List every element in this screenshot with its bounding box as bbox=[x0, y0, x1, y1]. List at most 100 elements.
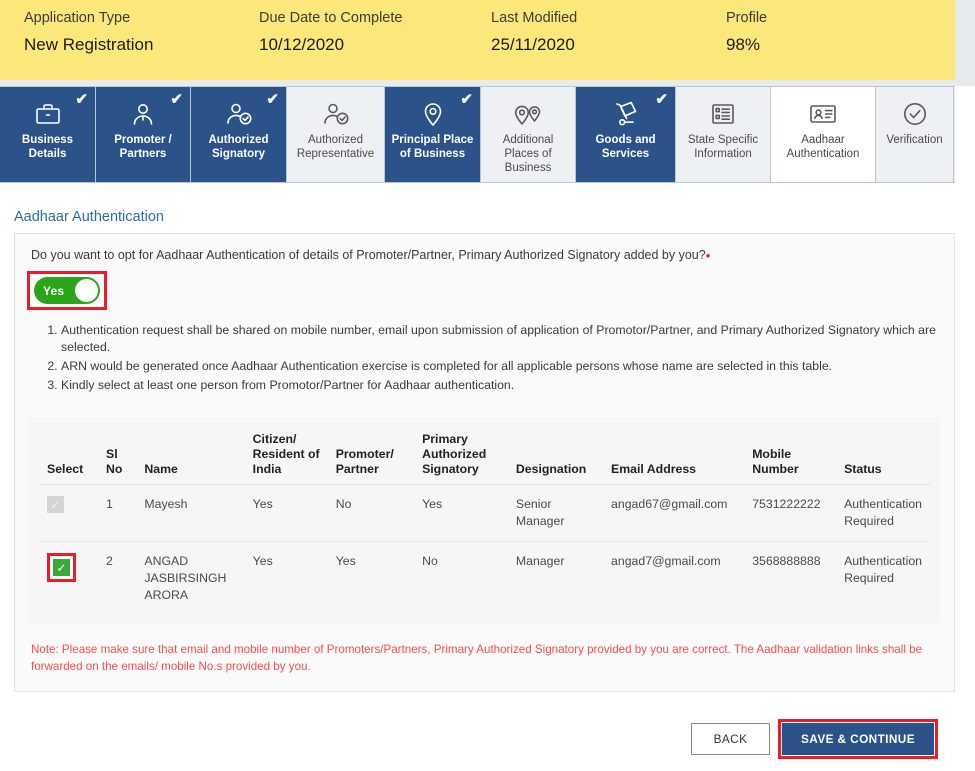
summary-due-date: Due Date to Complete 10/12/2020 bbox=[259, 0, 491, 62]
summary-label: Last Modified bbox=[491, 8, 726, 28]
map-pin-icon bbox=[418, 97, 448, 131]
summary-profile: Profile 98% bbox=[726, 0, 876, 62]
tab-completed-check-icon: ✔ bbox=[460, 92, 473, 107]
header-sl-no: Sl No bbox=[98, 432, 136, 485]
toggle-knob[interactable] bbox=[75, 279, 98, 302]
header-promoter: Promoter/ Partner bbox=[328, 432, 414, 485]
summary-value: 10/12/2020 bbox=[259, 28, 491, 62]
tab-label: Authorized Signatory bbox=[191, 131, 286, 161]
summary-value: 98% bbox=[726, 28, 876, 62]
person-check-icon bbox=[223, 97, 255, 131]
hand-truck-icon bbox=[610, 97, 642, 131]
tab-completed-check-icon: ✔ bbox=[75, 92, 88, 107]
row-select-checkbox[interactable]: ✓ bbox=[53, 559, 70, 576]
summary-label: Application Type bbox=[24, 8, 259, 28]
aadhaar-authentication-panel: Do you want to opt for Aadhaar Authentic… bbox=[14, 233, 955, 692]
tab-label: State Specific Information bbox=[676, 131, 770, 161]
header-designation: Designation bbox=[508, 432, 603, 485]
cell-designation: Manager bbox=[508, 542, 603, 616]
instruction-notes-list: Authentication request shall be shared o… bbox=[15, 322, 954, 410]
table-header-row: Select Sl No Name Citizen/ Resident of I… bbox=[39, 432, 930, 485]
header-status: Status bbox=[836, 432, 930, 485]
tab-principal-place-of-business[interactable]: Principal Place of Business ✔ bbox=[385, 87, 481, 182]
summary-label: Profile bbox=[726, 8, 876, 28]
page-title: Aadhaar Authentication bbox=[14, 209, 164, 225]
briefcase-icon bbox=[33, 97, 63, 131]
cell-mobile: 3568888888 bbox=[744, 542, 836, 616]
cell-email: angad67@gmail.com bbox=[603, 485, 744, 542]
tab-label: Verification bbox=[882, 131, 946, 147]
summary-last-modified: Last Modified 25/11/2020 bbox=[491, 0, 726, 62]
tab-label: Aadhaar Authentication bbox=[771, 131, 875, 161]
cell-citizen: Yes bbox=[245, 542, 328, 616]
cell-primary-auth: Yes bbox=[414, 485, 508, 542]
tab-label: Business Details bbox=[0, 131, 95, 161]
header-primary-auth-signatory: Primary Authorized Signatory bbox=[414, 432, 508, 485]
tab-business-details[interactable]: Business Details ✔ bbox=[0, 87, 96, 182]
tab-completed-check-icon: ✔ bbox=[655, 92, 668, 107]
id-card-icon bbox=[807, 97, 839, 131]
application-summary-band: Application Type New Registration Due Da… bbox=[0, 0, 955, 80]
aadhaar-optin-annotation-box: Yes bbox=[27, 271, 107, 310]
row-select-checkbox-disabled: ✓ bbox=[47, 496, 64, 513]
person-check-icon bbox=[320, 97, 352, 131]
form-footer: BACK SAVE & CONTINUE bbox=[0, 711, 955, 767]
bottom-warning-note: Note: Please make sure that email and mo… bbox=[31, 641, 938, 691]
table-row: ✓1MayeshYesNoYesSenior Managerangad67@gm… bbox=[39, 485, 930, 542]
tab-label: Additional Places of Business bbox=[481, 131, 575, 175]
cell-status: Authentication Required bbox=[836, 485, 930, 542]
header-mobile: Mobile Number bbox=[744, 432, 836, 485]
opt-in-question: Do you want to opt for Aadhaar Authentic… bbox=[15, 234, 954, 263]
tab-label: Promoter / Partners bbox=[96, 131, 190, 161]
summary-label: Due Date to Complete bbox=[259, 8, 491, 28]
tab-authorized-representative[interactable]: Authorized Representative bbox=[287, 87, 385, 182]
header-select: Select bbox=[39, 432, 98, 485]
tab-completed-check-icon: ✔ bbox=[266, 92, 279, 107]
summary-value: New Registration bbox=[24, 28, 259, 62]
cell-citizen: Yes bbox=[245, 485, 328, 542]
cell-mobile: 7531222222 bbox=[744, 485, 836, 542]
table-row: ✓2ANGAD JASBIRSINGH ARORAYesYesNoManager… bbox=[39, 542, 930, 616]
aadhaar-optin-toggle[interactable]: Yes bbox=[34, 277, 100, 304]
cell-email: angad7@gmail.com bbox=[603, 542, 744, 616]
tabstrip-right-gutter bbox=[955, 86, 975, 183]
tab-completed-check-icon: ✔ bbox=[170, 92, 183, 107]
cell-name: ANGAD JASBIRSINGH ARORA bbox=[136, 542, 244, 616]
check-circle-icon bbox=[900, 97, 930, 131]
header-email: Email Address bbox=[603, 432, 744, 485]
cell-status: Authentication Required bbox=[836, 542, 930, 616]
summary-value: 25/11/2020 bbox=[491, 28, 726, 62]
cell-sl-no: 1 bbox=[98, 485, 136, 542]
tab-verification[interactable]: Verification bbox=[876, 87, 954, 182]
aadhaar-persons-table: Select Sl No Name Citizen/ Resident of I… bbox=[39, 432, 930, 615]
tab-state-specific-information[interactable]: State Specific Information bbox=[676, 87, 771, 182]
header-name: Name bbox=[136, 432, 244, 485]
tab-promoter-partners[interactable]: Promoter / Partners ✔ bbox=[96, 87, 191, 182]
registration-step-tabs: Business Details✔Promoter / Partners✔Aut… bbox=[0, 86, 955, 183]
cell-select: ✓ bbox=[39, 485, 98, 542]
cell-select: ✓ bbox=[39, 542, 98, 616]
save-and-continue-button[interactable]: SAVE & CONTINUE bbox=[782, 723, 934, 755]
list-form-icon bbox=[708, 97, 738, 131]
tab-label: Principal Place of Business bbox=[385, 131, 480, 161]
header-citizen: Citizen/ Resident of India bbox=[245, 432, 328, 485]
cell-promoter: No bbox=[328, 485, 414, 542]
tab-label: Goods and Services bbox=[576, 131, 675, 161]
summary-application-type: Application Type New Registration bbox=[24, 0, 259, 62]
person-icon bbox=[128, 97, 158, 131]
tab-additional-places-of-business[interactable]: Additional Places of Business bbox=[481, 87, 576, 182]
cell-promoter: Yes bbox=[328, 542, 414, 616]
instruction-note: Authentication request shall be shared o… bbox=[61, 322, 936, 356]
map-pins-icon bbox=[510, 97, 546, 131]
toggle-label: Yes bbox=[43, 284, 64, 298]
instruction-note: Kindly select at least one person from P… bbox=[61, 377, 936, 394]
content-area: Aadhaar Authentication Do you want to op… bbox=[0, 183, 975, 771]
cell-designation: Senior Manager bbox=[508, 485, 603, 542]
required-asterisk-icon: • bbox=[706, 248, 711, 263]
cell-sl-no: 2 bbox=[98, 542, 136, 616]
back-button[interactable]: BACK bbox=[691, 723, 770, 755]
tab-goods-and-services[interactable]: Goods and Services ✔ bbox=[576, 87, 676, 182]
tab-aadhaar-authentication[interactable]: Aadhaar Authentication bbox=[771, 87, 876, 182]
tab-authorized-signatory[interactable]: Authorized Signatory ✔ bbox=[191, 87, 287, 182]
tab-label: Authorized Representative bbox=[287, 131, 384, 161]
